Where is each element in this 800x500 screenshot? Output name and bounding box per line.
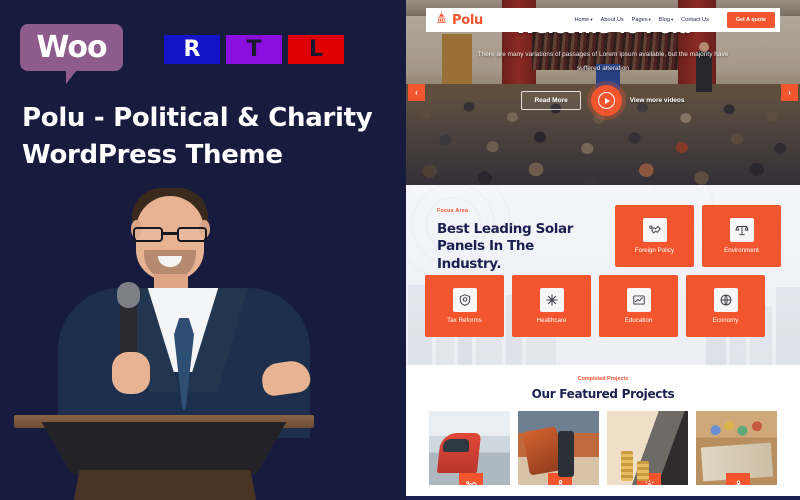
chart-growth-icon [626, 288, 651, 312]
medical-cross-icon [539, 288, 564, 312]
projects-eyebrow: Completed Projects [577, 376, 629, 382]
chevron-down-icon: ▾ [590, 17, 593, 22]
focus-card-label: Education [624, 317, 653, 324]
coins-photo [607, 411, 688, 485]
main-nav: Home▾ About Us Pages▾ Blog▾ Contact Us G… [575, 12, 775, 28]
focus-card-education[interactable]: Education [599, 275, 678, 337]
chevron-right-icon[interactable]: › [781, 84, 798, 101]
hero-actions: Read More View more videos [521, 85, 685, 117]
focus-card-row-top: Foreign Policy Environment [425, 205, 781, 267]
brand[interactable]: Polu [435, 11, 483, 29]
project-card-strong-economy[interactable]: Strong Economy [607, 411, 688, 500]
focus-card-row-bottom: Tax Reforms Healthcare Education Economy [425, 275, 781, 337]
woocommerce-badge: Woo [20, 24, 123, 84]
focus-area-section: Focus Area Best Leading Solar Panels In … [406, 185, 800, 365]
play-icon-triangle [604, 97, 610, 104]
chevron-down-icon: ▾ [670, 17, 674, 22]
featured-projects-section: Completed Projects Our Featured Projects… [406, 365, 800, 500]
play-icon-ring [597, 92, 615, 110]
site-preview: Welcome To Polu There are many variation… [406, 0, 800, 500]
rtl-badge-r: R [164, 35, 220, 64]
glasses-lens-right [177, 227, 207, 242]
get-a-quote-button[interactable]: Get A quote [726, 12, 775, 28]
rtl-badge-group: R T L [164, 35, 344, 64]
rtl-badge-t-label: T [246, 37, 262, 62]
focus-card-economy[interactable]: Economy [686, 275, 765, 337]
glasses-lens-left [133, 227, 163, 242]
badge-row: Woo R T L [20, 24, 344, 84]
chevron-down-icon: ▾ [648, 17, 651, 22]
nav-item-blog[interactable]: Blog▾ [659, 17, 673, 23]
podium-body [41, 422, 287, 474]
projects-title: Our Featured Projects [531, 387, 675, 401]
woocommerce-badge-label: Woo [36, 29, 107, 65]
promo-panel: Woo R T L Polu - Political & Charity Wor… [0, 0, 406, 500]
rtl-badge-r-label: R [183, 37, 201, 62]
nav-item-about-us[interactable]: About Us [601, 17, 624, 23]
nav-item-home-label: Home [574, 17, 590, 23]
focus-card-label: Economy [712, 317, 739, 324]
play-icon[interactable] [590, 85, 622, 117]
focus-card-grid: Foreign Policy Environment Tax Reforms H… [425, 205, 781, 337]
rtl-badge-t: T [226, 35, 282, 64]
nav-item-home[interactable]: Home▾ [575, 17, 593, 23]
scales-icon [729, 218, 754, 242]
chevron-left-icon[interactable]: ‹ [408, 84, 425, 101]
promo-title: Polu - Political & Charity WordPress The… [22, 103, 373, 170]
handshake-icon [642, 218, 667, 242]
project-card-best-education[interactable]: Best Education [696, 411, 777, 500]
focus-card-healthcare[interactable]: Healthcare [512, 275, 591, 337]
view-videos-label[interactable]: View more videos [630, 97, 685, 104]
glasses-icon [133, 227, 207, 242]
speaker-illustration [14, 170, 330, 500]
project-card-technology[interactable]: Technology [518, 411, 599, 500]
suit-lapel-right [186, 288, 248, 392]
robot-arm-photo [518, 411, 599, 485]
nav-item-contact-us[interactable]: Contact Us [681, 17, 709, 23]
focus-card-label: Tax Reforms [447, 317, 482, 324]
focus-card-foreign-policy[interactable]: Foreign Policy [615, 205, 694, 267]
focus-card-environment[interactable]: Environment [702, 205, 781, 267]
speaker-hand-left [112, 352, 150, 394]
network-icon [548, 473, 572, 485]
hero-subtitle: There are many variations of passages of… [477, 51, 729, 72]
video-play-group[interactable]: View more videos [590, 85, 685, 117]
site-header: Polu Home▾ About Us Pages▾ Blog▾ Contact… [426, 8, 780, 32]
brand-name: Polu [452, 12, 483, 28]
podium-base [74, 470, 256, 500]
read-more-button[interactable]: Read More [521, 91, 581, 111]
rtl-badge-l: L [288, 35, 344, 64]
gear-icon [637, 473, 661, 485]
focus-card-label: Healthcare [536, 317, 567, 324]
focus-card-label: Foreign Policy [634, 247, 675, 254]
projects-grid: Transportation Technology [406, 411, 800, 500]
hero-section: Welcome To Polu There are many variation… [406, 0, 800, 185]
focus-card-tax-reforms[interactable]: Tax Reforms [425, 275, 504, 337]
nav-item-pages[interactable]: Pages▾ [632, 17, 651, 23]
nav-item-blog-label: Blog [658, 17, 670, 23]
project-card-transportation[interactable]: Transportation [429, 411, 510, 500]
bottom-divider [406, 496, 800, 500]
volunteer-photo [696, 411, 777, 485]
people-icon [726, 473, 750, 485]
focus-card-label: Environment [724, 247, 759, 254]
capitol-building-icon [435, 11, 448, 29]
rtl-badge-l-label: L [308, 37, 324, 62]
screenshot-root: Woo R T L Polu - Political & Charity Wor… [0, 0, 800, 500]
globe-icon [713, 288, 738, 312]
train-photo [429, 411, 510, 485]
nav-item-pages-label: Pages [631, 17, 648, 23]
handshake-icon [459, 473, 483, 485]
necktie [174, 318, 194, 410]
shield-icon [452, 288, 477, 312]
